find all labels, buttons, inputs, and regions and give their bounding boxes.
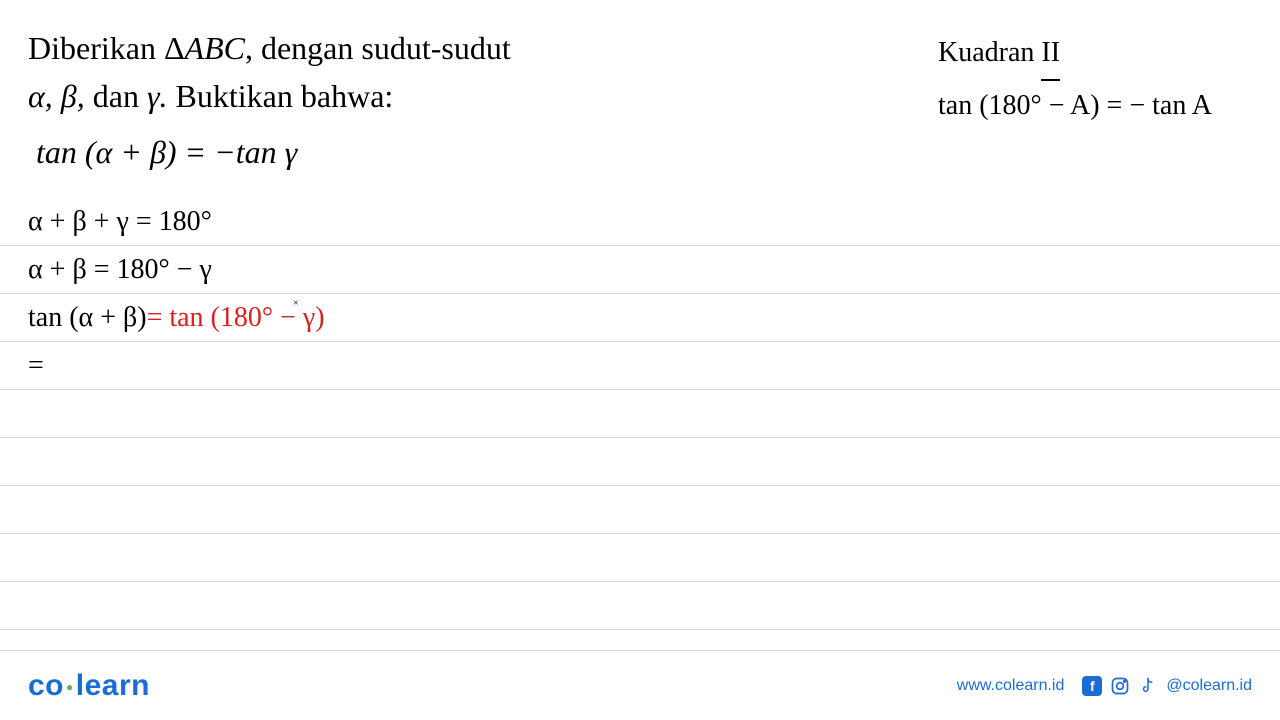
work-line-4: = — [0, 342, 1280, 390]
problem-line3: tan (α + β) = −tan γ — [36, 134, 297, 170]
problem-line2-dan: dan — [93, 78, 139, 114]
problem-statement: Diberikan ΔABC, dengan sudut-sudut α, β,… — [28, 24, 511, 176]
problem-line1-post: , dengan sudut-sudut — [245, 30, 511, 66]
problem-line2-post: Buktikan bahwa: — [168, 78, 394, 114]
tiktok-icon[interactable] — [1138, 676, 1158, 696]
work-line-6 — [0, 438, 1280, 486]
problem-line2-pre: α, β, — [28, 78, 93, 114]
work-line-5 — [0, 390, 1280, 438]
work-line-2: α + β = 180° − γ — [0, 246, 1280, 294]
work-line-1: α + β + γ = 180° — [0, 198, 1280, 246]
kuadran-label: Kuadran — [938, 37, 1041, 68]
facebook-icon[interactable]: f — [1082, 676, 1102, 696]
social-handle[interactable]: @colearn.id — [1166, 677, 1252, 695]
work-area: α + β + γ = 180° α + β = 180° − γ tan (α… — [0, 198, 1280, 630]
footer-url[interactable]: www.colearn.id — [957, 677, 1065, 695]
side-notes: Kuadran II tan (180° − A) = − tan A — [938, 24, 1252, 132]
problem-line2-gamma: γ. — [139, 78, 168, 114]
work-line-8 — [0, 534, 1280, 582]
social-icons: f @colearn.id — [1082, 676, 1252, 696]
kuadran-number: II — [1041, 28, 1060, 81]
problem-abc: ABC — [185, 30, 245, 66]
work-line-3: tan (α + β) = tan (180° − γ) — [0, 294, 1280, 342]
logo: co●learn — [28, 669, 150, 703]
tan-identity: tan (180° − A) = − tan A — [938, 81, 1212, 131]
instagram-icon[interactable] — [1110, 676, 1130, 696]
work-line-7 — [0, 486, 1280, 534]
footer: co●learn www.colearn.id f @colearn.id — [0, 650, 1280, 720]
problem-line1-pre: Diberikan Δ — [28, 30, 185, 66]
work-line-9 — [0, 582, 1280, 630]
logo-dot-icon: ● — [66, 680, 74, 694]
cursor-mark: × — [293, 298, 299, 309]
